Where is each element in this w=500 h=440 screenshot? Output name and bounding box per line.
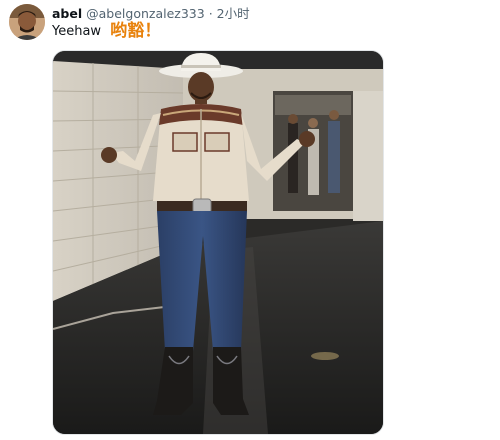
photo-icon <box>53 51 383 434</box>
avatar-image <box>9 4 45 40</box>
overlay-caption: 哟豁！ <box>110 21 162 41</box>
separator-dot: · <box>208 6 213 21</box>
tweet-header: abel @abelgonzalez333 · 2小时 <box>52 6 250 22</box>
timestamp[interactable]: 2小时 <box>217 6 250 21</box>
tweet-text: Yeehaw 哟豁！ <box>52 21 161 42</box>
tweet-body: Yeehaw <box>52 24 102 39</box>
tweet-photo[interactable] <box>52 50 384 435</box>
user-handle[interactable]: @abelgonzalez333 <box>86 6 205 21</box>
avatar[interactable] <box>9 4 45 40</box>
display-name[interactable]: abel <box>52 6 82 21</box>
tweet-card: abel @abelgonzalez333 · 2小时 Yeehaw 哟豁！ <box>0 0 500 440</box>
